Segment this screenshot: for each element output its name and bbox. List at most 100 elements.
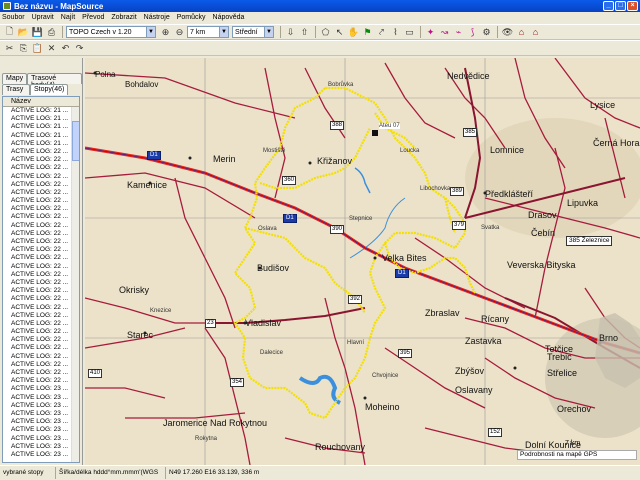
menu-napoveda[interactable]: Nápověda (213, 14, 245, 21)
copy-icon[interactable]: ⎘ (17, 42, 30, 55)
track-list-item[interactable]: ACTIVE LOG: 22 ... (3, 238, 79, 246)
track-list-item[interactable]: ACTIVE LOG: 23 ... (3, 385, 79, 393)
new-file-icon[interactable]: 🗋 (3, 26, 16, 39)
track-list-item[interactable]: ACTIVE LOG: 22 ... (3, 320, 79, 328)
edit-toolbar: ✂ ⎘ 📋 ✕ ↶ ↷ (0, 40, 640, 56)
tab-routes[interactable]: Trasy (2, 84, 30, 95)
track-list-item[interactable]: ACTIVE LOG: 23 ... (3, 426, 79, 434)
find-places-icon[interactable]: ⌂ (515, 26, 528, 39)
filter-tool-icon[interactable]: ⚙ (480, 26, 493, 39)
track-list-item[interactable]: ACTIVE LOG: 22 ... (3, 336, 79, 344)
track-list-item[interactable]: ACTIVE LOG: 22 ... (3, 189, 79, 197)
track-list-item[interactable]: ACTIVE LOG: 21 ... (3, 132, 79, 140)
track-list-item[interactable]: ACTIVE LOG: 23 ... (3, 410, 79, 418)
track-list-item[interactable]: ACTIVE LOG: 22 ... (3, 164, 79, 172)
list-scrollbar[interactable] (71, 107, 79, 462)
menu-zobrazit[interactable]: Zobrazit (111, 14, 136, 21)
scroll-thumb[interactable] (72, 121, 79, 161)
track-list-item[interactable]: ACTIVE LOG: 23 ... (3, 443, 79, 451)
paste-icon[interactable]: 📋 (31, 42, 44, 55)
redo-icon[interactable]: ↷ (73, 42, 86, 55)
track-list-item[interactable]: ACTIVE LOG: 22 ... (3, 377, 79, 385)
track-list-item[interactable]: ACTIVE LOG: 21 ... (3, 115, 79, 123)
tab-tracks[interactable]: Stopy(46) (30, 84, 69, 95)
distance-tool-icon[interactable]: ▭ (403, 26, 416, 39)
track-list-item[interactable]: ACTIVE LOG: 21 ... (3, 140, 79, 148)
zoom-in-icon[interactable]: ⊕ (159, 26, 172, 39)
track-list-item[interactable]: ACTIVE LOG: 23 ... (3, 402, 79, 410)
map-product-select[interactable]: TOPO Czech v 1.20 ▼ (66, 26, 156, 38)
route-create-icon[interactable]: ↝ (438, 26, 451, 39)
waypoint-tool-icon[interactable]: ✦ (424, 26, 437, 39)
hand-tool-icon[interactable]: ✋ (347, 26, 360, 39)
tracks-tool-icon[interactable]: ⟆ (466, 26, 479, 39)
track-list-item[interactable]: ACTIVE LOG: 22 ... (3, 295, 79, 303)
track-list-item[interactable]: ACTIVE LOG: 22 ... (3, 173, 79, 181)
track-list-item[interactable]: ACTIVE LOG: 22 ... (3, 230, 79, 238)
track-list-item[interactable]: ACTIVE LOG: 22 ... (3, 328, 79, 336)
track-list-item[interactable]: ACTIVE LOG: 21 ... (3, 107, 79, 115)
binoculars-icon[interactable]: 👁 (501, 26, 514, 39)
pointer-tool-icon[interactable]: ↖ (333, 26, 346, 39)
track-list-item[interactable]: ACTIVE LOG: 22 ... (3, 369, 79, 377)
cut-icon[interactable]: ✂ (3, 42, 16, 55)
print-icon[interactable]: ⎙ (45, 26, 58, 39)
track-list-item[interactable]: ACTIVE LOG: 22 ... (3, 181, 79, 189)
menu-bar: Soubor Upravit Najít Převod Zobrazit Nás… (0, 12, 640, 23)
track-list-item[interactable]: ACTIVE LOG: 23 ... (3, 418, 79, 426)
track-list-item[interactable]: ACTIVE LOG: 22 ... (3, 312, 79, 320)
close-button[interactable]: × (627, 1, 638, 11)
track-list-item[interactable]: ACTIVE LOG: 21 ... (3, 123, 79, 131)
track-list-item[interactable]: ACTIVE LOG: 22 ... (3, 304, 79, 312)
detail-select[interactable]: Střední ▼ (232, 26, 274, 38)
track-list-item[interactable]: ACTIVE LOG: 22 ... (3, 205, 79, 213)
track-list-item[interactable]: ACTIVE LOG: 23 ... (3, 394, 79, 402)
zoom-out-icon[interactable]: ⊖ (173, 26, 186, 39)
town-veverska-bityska: Veverska Bityska (507, 260, 576, 270)
track-list-item[interactable]: ACTIVE LOG: 22 ... (3, 287, 79, 295)
track-list-item[interactable]: ACTIVE LOG: 22 ... (3, 271, 79, 279)
track-list-item[interactable]: ACTIVE LOG: 22 ... (3, 222, 79, 230)
find-recent-icon[interactable]: ⌂ (529, 26, 542, 39)
undo-icon[interactable]: ↶ (59, 42, 72, 55)
track-list-item[interactable]: ACTIVE LOG: 22 ... (3, 197, 79, 205)
map-view[interactable]: Polna Bohdalov Bobrůvka Nedvědice Lysice… (85, 58, 640, 465)
menu-najit[interactable]: Najít (61, 14, 75, 21)
track-list-item[interactable]: ACTIVE LOG: 22 ... (3, 353, 79, 361)
track-list-item[interactable]: ACTIVE LOG: 23 ... (3, 451, 79, 459)
maximize-button[interactable]: □ (615, 1, 626, 11)
track-list-item[interactable]: ACTIVE LOG: 22 ... (3, 344, 79, 352)
track-list-item[interactable]: ACTIVE LOG: 22 ... (3, 254, 79, 262)
select-tool-icon[interactable]: ⬠ (319, 26, 332, 39)
save-icon[interactable]: 💾 (31, 26, 44, 39)
flag-tool-icon[interactable]: ⚑ (361, 26, 374, 39)
delete-icon[interactable]: ✕ (45, 42, 58, 55)
minimize-button[interactable]: _ (603, 1, 614, 11)
track-create-icon[interactable]: ⌁ (452, 26, 465, 39)
track-list-item[interactable]: ACTIVE LOG: 22 ... (3, 148, 79, 156)
track-tool-icon[interactable]: ⌇ (389, 26, 402, 39)
column-header-name[interactable]: Název (3, 97, 79, 107)
zoom-select[interactable]: 7 km ▼ (187, 26, 229, 38)
gps-receive-icon[interactable]: ⇩ (284, 26, 297, 39)
open-file-icon[interactable]: 📂 (17, 26, 30, 39)
track-list-item[interactable]: ACTIVE LOG: 22 ... (3, 213, 79, 221)
track-list-item[interactable]: ACTIVE LOG: 22 ... (3, 156, 79, 164)
tab-maps[interactable]: Mapy (2, 73, 28, 84)
track-list-item[interactable]: ACTIVE LOG: 22 ... (3, 361, 79, 369)
track-list-item[interactable]: ACTIVE LOG: 22 ... (3, 279, 79, 287)
track-list-item[interactable]: ACTIVE LOG: 23 ... (3, 435, 79, 443)
menu-upravit[interactable]: Upravit (32, 14, 54, 21)
menu-soubor[interactable]: Soubor (2, 14, 25, 21)
menu-prevod[interactable]: Převod (82, 14, 104, 21)
track-list-item[interactable]: ACTIVE LOG: 22 ... (3, 246, 79, 254)
town-jaromerice: Jaromerice Nad Rokytnou (163, 418, 268, 428)
tracks-list[interactable]: Název ACTIVE LOG: 21 ... ACTIVE LOG: 21 .… (2, 96, 80, 463)
gps-send-icon[interactable]: ⇧ (298, 26, 311, 39)
tab-waypoints[interactable]: Trasové body(4) (27, 73, 82, 89)
waypoint-marker[interactable] (372, 130, 378, 136)
track-list-item[interactable]: ACTIVE LOG: 22 ... (3, 263, 79, 271)
menu-nastroje[interactable]: Nástroje (144, 14, 170, 21)
menu-pomucky[interactable]: Pomůcky (177, 14, 206, 21)
route-tool-icon[interactable]: ⤤ (375, 26, 388, 39)
